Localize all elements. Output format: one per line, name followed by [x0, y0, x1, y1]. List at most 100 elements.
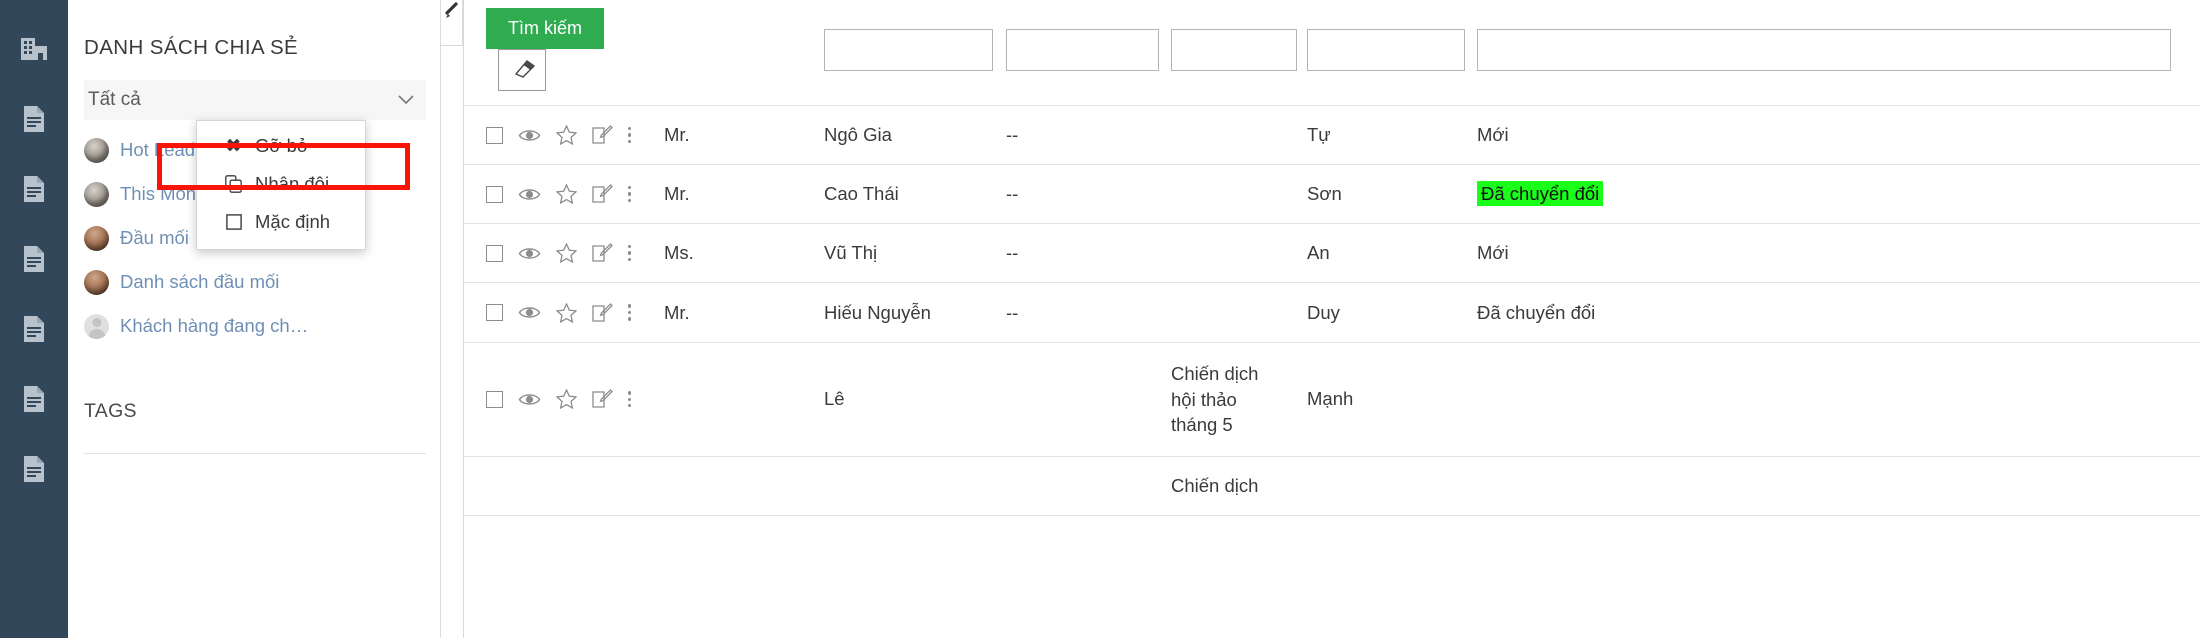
star-icon[interactable]	[556, 184, 577, 204]
list-item-label: Danh sách đầu mối	[120, 271, 280, 292]
shared-list-filter-select[interactable]: Tất cả	[84, 80, 426, 120]
cell-owner[interactable]: An	[1307, 223, 1477, 283]
more-vertical-icon[interactable]	[628, 126, 632, 144]
building-icon	[19, 35, 49, 63]
filter-input-owner[interactable]	[1307, 28, 1466, 71]
edit-icon[interactable]	[592, 389, 613, 409]
cell-secondary: --	[1006, 105, 1171, 165]
cell-secondary: --	[1006, 282, 1171, 344]
checkbox-icon[interactable]	[486, 244, 503, 262]
context-menu: ✖ Gỡ bỏ Nhân đôi Mặc định	[196, 120, 366, 250]
avatar	[84, 269, 109, 295]
edit-icon[interactable]	[592, 243, 613, 263]
rail-item-doc-4[interactable]	[10, 294, 58, 364]
search-button[interactable]: Tìm kiếm	[486, 8, 604, 49]
filter-row: Tìm kiếm	[464, 0, 2200, 106]
star-icon[interactable]	[556, 243, 577, 263]
row-tools-cell	[464, 282, 664, 344]
cell-title: Ms.	[664, 223, 824, 283]
cell-campaign[interactable]	[1171, 105, 1307, 165]
filter-input-status[interactable]	[1477, 28, 2172, 71]
more-vertical-icon[interactable]	[628, 185, 632, 203]
rail-item-doc-6[interactable]	[10, 434, 58, 504]
edit-icon[interactable]	[592, 125, 613, 145]
cell-secondary: --	[1006, 223, 1171, 283]
edit-icon[interactable]	[592, 302, 613, 323]
star-icon[interactable]	[556, 125, 577, 145]
table-row[interactable]: Mr. Hiếu Nguyễn -- Duy Đã chuyển đổi	[464, 282, 2200, 344]
clear-filters-button[interactable]	[498, 49, 546, 91]
eye-icon[interactable]	[518, 187, 541, 202]
rail-item-doc-2[interactable]	[10, 154, 58, 224]
edit-icon[interactable]	[592, 184, 613, 204]
more-vertical-icon[interactable]	[628, 244, 632, 262]
table-row[interactable]: Lê Chiến dịch hội thảo tháng 5 Mạnh	[464, 342, 2200, 457]
table-row-partial[interactable]: Chiến dịch	[464, 456, 2200, 516]
cell-title: Mr.	[664, 282, 824, 344]
context-menu-item-default[interactable]: Mặc định	[197, 203, 365, 241]
filter-cell-name	[824, 0, 1006, 106]
document-icon	[21, 314, 47, 344]
avatar	[84, 181, 109, 207]
filter-input-secondary[interactable]	[1006, 28, 1160, 71]
filter-input-name[interactable]	[824, 28, 994, 71]
row-tools-cell	[464, 456, 664, 516]
context-menu-item-remove[interactable]: ✖ Gỡ bỏ	[197, 127, 365, 165]
panel-resize-handle[interactable]	[441, 0, 463, 46]
cell-name	[824, 456, 1006, 516]
cell-name[interactable]: Ngô Gia	[824, 105, 1006, 165]
list-item[interactable]: Khách hàng đang ch…	[84, 304, 440, 348]
table-row[interactable]: Ms. Vũ Thị -- An Mới	[464, 223, 2200, 283]
cell-title: Mr.	[664, 105, 824, 165]
avatar	[84, 137, 109, 163]
filter-input-campaign[interactable]	[1171, 28, 1298, 71]
cell-campaign[interactable]	[1171, 164, 1307, 224]
cell-campaign[interactable]: Chiến dịch	[1171, 456, 1307, 516]
cell-name[interactable]: Lê	[824, 342, 1006, 457]
shared-list-filter-value: Tất cả	[88, 89, 141, 110]
star-icon[interactable]	[556, 389, 577, 410]
status-cell: Đã chuyển đổi	[1477, 164, 2200, 224]
checkbox-icon[interactable]	[486, 304, 503, 322]
rail-item-company[interactable]	[10, 14, 58, 84]
list-item-label: Đầu mối	[120, 227, 189, 248]
context-menu-item-duplicate[interactable]: Nhân đôi	[197, 165, 365, 203]
eye-icon[interactable]	[518, 305, 541, 320]
eye-icon[interactable]	[518, 246, 541, 261]
eye-icon[interactable]	[518, 128, 541, 143]
list-item-label: Hot Leads	[120, 139, 205, 160]
checkbox-icon[interactable]	[486, 185, 503, 203]
rail-item-doc-5[interactable]	[10, 364, 58, 434]
filter-cell-owner	[1307, 0, 1477, 106]
cell-owner[interactable]: Mạnh	[1307, 342, 1477, 457]
rail-item-doc-3[interactable]	[10, 224, 58, 294]
filter-cell-status	[1477, 0, 2200, 106]
context-menu-item-label: Gỡ bỏ	[255, 135, 308, 156]
cell-name[interactable]: Hiếu Nguyễn	[824, 282, 1006, 344]
table-row[interactable]: Mr. Cao Thái -- Sơn Đã chuyển đổi	[464, 164, 2200, 224]
more-vertical-icon[interactable]	[628, 304, 632, 321]
document-icon	[21, 104, 47, 134]
checkbox-icon[interactable]	[486, 126, 503, 144]
more-vertical-icon[interactable]	[628, 391, 632, 408]
list-item[interactable]: Danh sách đầu mối	[84, 260, 440, 304]
tags-divider	[84, 453, 426, 454]
tags-section-title: TAGS	[84, 400, 137, 422]
cell-name[interactable]: Vũ Thị	[824, 223, 1006, 283]
resize-arrow-icon	[444, 2, 458, 18]
cell-campaign[interactable]: Chiến dịch hội thảo tháng 5	[1171, 342, 1307, 457]
eye-icon[interactable]	[518, 392, 541, 407]
cell-owner[interactable]: Sơn	[1307, 164, 1477, 224]
checkbox-icon[interactable]	[486, 390, 503, 408]
cell-owner[interactable]: Tự	[1307, 105, 1477, 165]
cell-owner[interactable]: Duy	[1307, 282, 1477, 344]
cell-campaign[interactable]	[1171, 282, 1307, 344]
copy-icon	[225, 175, 242, 193]
app-root: DANH SÁCH CHIA SẺ Tất cả Hot Leads This …	[0, 0, 2200, 638]
star-icon[interactable]	[556, 302, 577, 323]
rail-item-doc-1[interactable]	[10, 84, 58, 154]
cell-name[interactable]: Cao Thái	[824, 164, 1006, 224]
document-icon	[21, 244, 47, 274]
cell-campaign[interactable]	[1171, 223, 1307, 283]
table-row[interactable]: Mr. Ngô Gia -- Tự Mới	[464, 105, 2200, 165]
